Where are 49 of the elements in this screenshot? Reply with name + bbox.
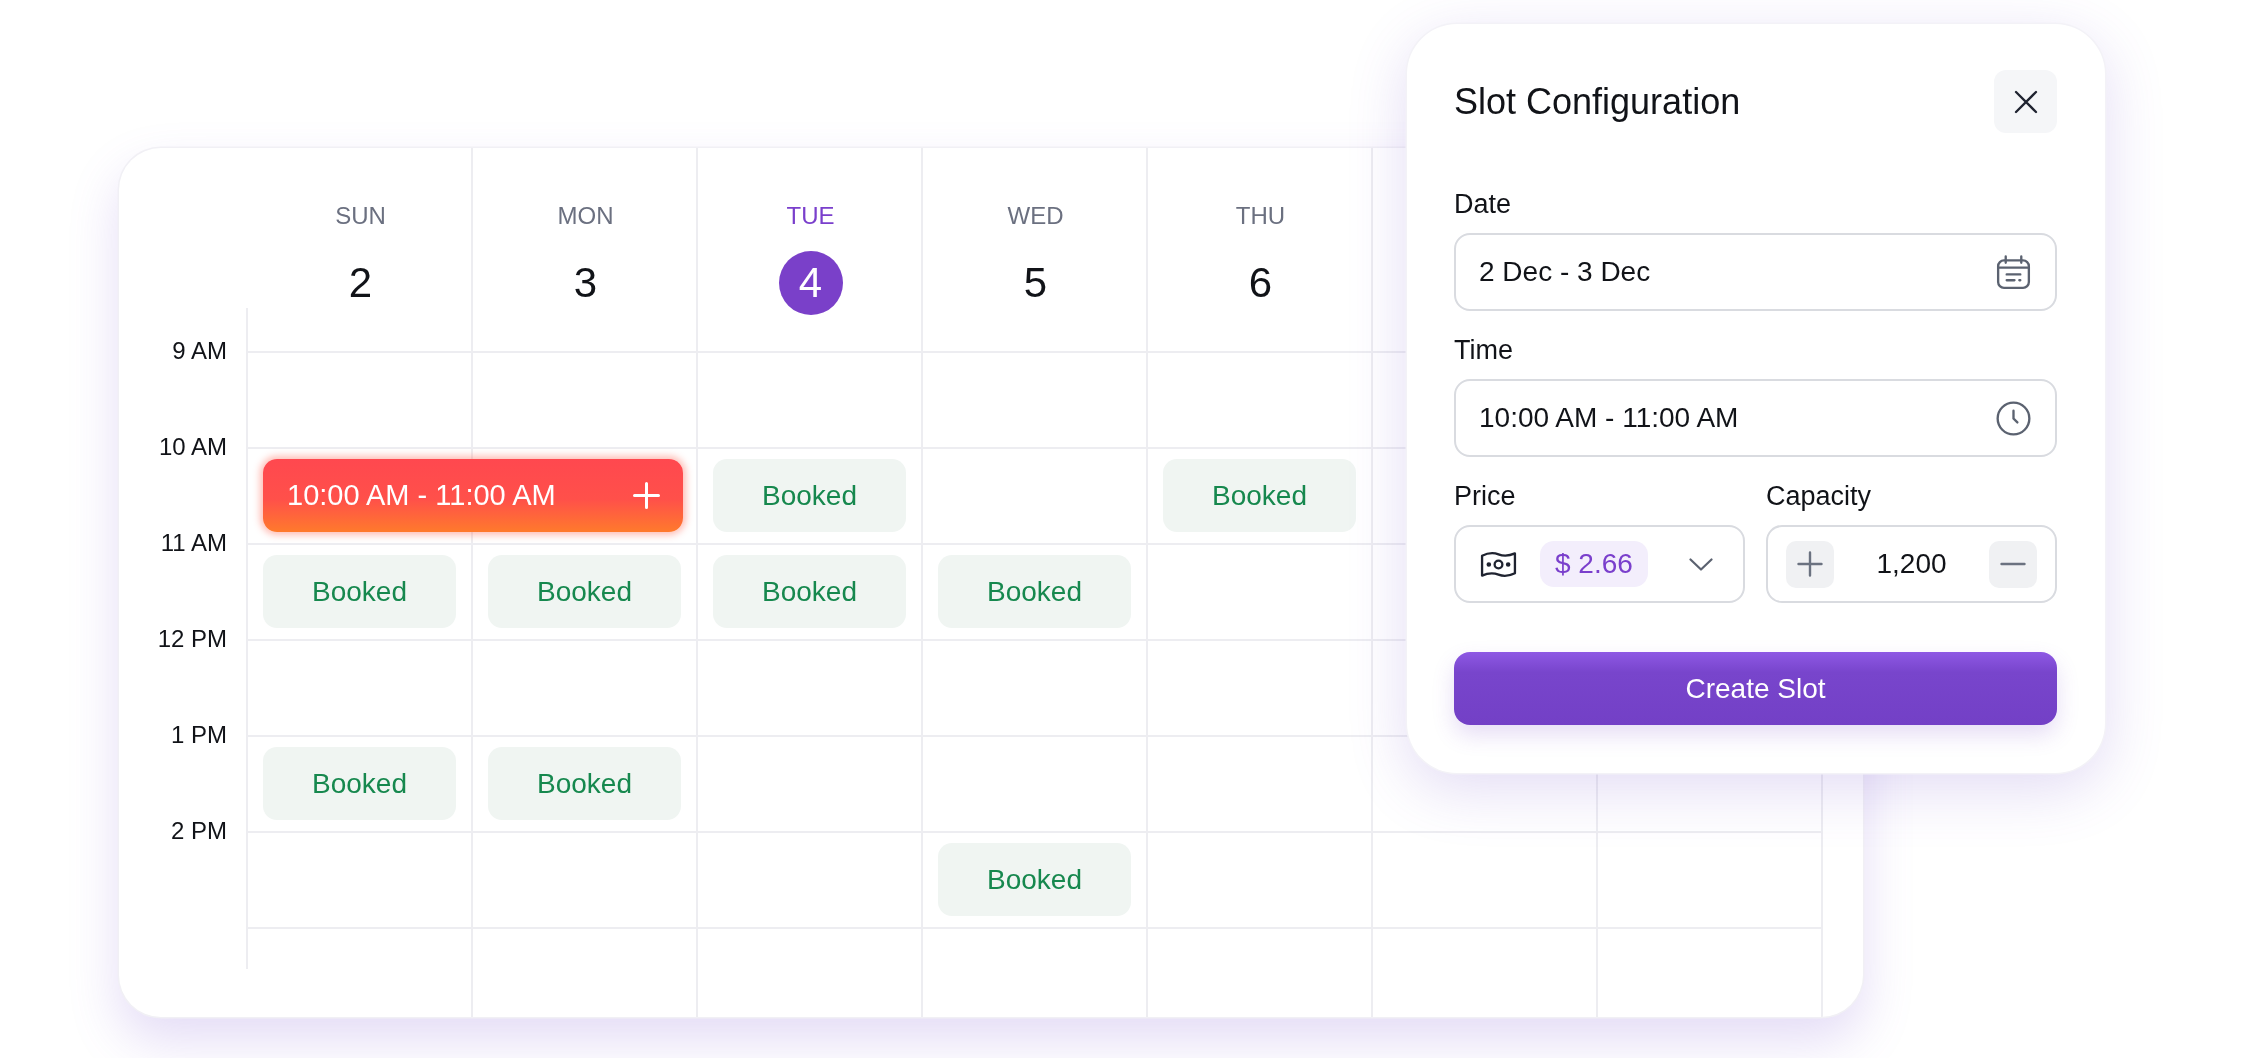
field-label: Time <box>1454 334 1514 367</box>
booked-slot: Booked <box>263 555 456 628</box>
booked-slot: Booked <box>488 747 681 820</box>
time-label: 9 AM <box>172 337 227 365</box>
time-label: 1 PM <box>171 721 227 749</box>
day-number[interactable]: 4 <box>778 251 843 315</box>
day-name: TUE <box>786 202 835 230</box>
capacity-value: 1,200 <box>1876 548 1947 580</box>
field-label: Price <box>1454 480 1517 513</box>
panel-title: Slot Configuration <box>1454 79 1741 124</box>
booked-slot: Booked <box>713 555 906 628</box>
day-name: MON <box>557 202 614 230</box>
increment-button[interactable] <box>1786 540 1834 588</box>
capacity-stepper[interactable]: 1,200 <box>1766 525 2057 603</box>
plus-icon <box>1797 551 1823 577</box>
clock-icon <box>1996 400 2031 436</box>
day-name: SUN <box>335 202 386 230</box>
day-number[interactable]: 3 <box>553 251 618 315</box>
calendar-icon <box>1996 254 2031 290</box>
create-slot-button[interactable]: Create Slot <box>1454 652 2057 725</box>
booked-slot: Booked <box>713 459 906 532</box>
decrement-button[interactable] <box>1989 540 2037 588</box>
minus-icon <box>2000 562 2026 566</box>
time-label: 10 AM <box>158 433 227 461</box>
close-icon <box>2013 89 2038 114</box>
time-field[interactable]: 10:00 AM - 11:00 AM <box>1454 379 2057 457</box>
price-dropdown[interactable]: $ 2.66 <box>1454 525 1745 603</box>
booked-slot: Booked <box>938 843 1131 916</box>
date-field[interactable]: 2 Dec - 3 Dec <box>1454 233 2057 311</box>
day-number[interactable]: 5 <box>1003 251 1068 315</box>
day-name: WED <box>1007 202 1064 230</box>
day-number[interactable]: 2 <box>328 251 393 315</box>
close-button[interactable] <box>1994 70 2057 133</box>
booked-slot: Booked <box>263 747 456 820</box>
chevron-down-icon <box>1689 557 1713 571</box>
booked-slot: Booked <box>1163 459 1356 532</box>
time-label: 12 PM <box>157 625 227 653</box>
field-label: Capacity <box>1766 480 1873 513</box>
booked-slot: Booked <box>488 555 681 628</box>
time-label: 11 AM <box>160 529 227 557</box>
field-label: Date <box>1454 188 1513 221</box>
day-number[interactable]: 6 <box>1228 251 1293 315</box>
slot-time-text: 10:00 AM - 11:00 AM <box>287 479 556 512</box>
price-value-chip: $ 2.66 <box>1540 541 1648 587</box>
day-name: THU <box>1235 202 1286 230</box>
time-label: 2 PM <box>171 817 227 845</box>
plus-icon[interactable] <box>633 482 660 509</box>
banknote-icon <box>1480 549 1517 579</box>
booked-slot: Booked <box>938 555 1131 628</box>
